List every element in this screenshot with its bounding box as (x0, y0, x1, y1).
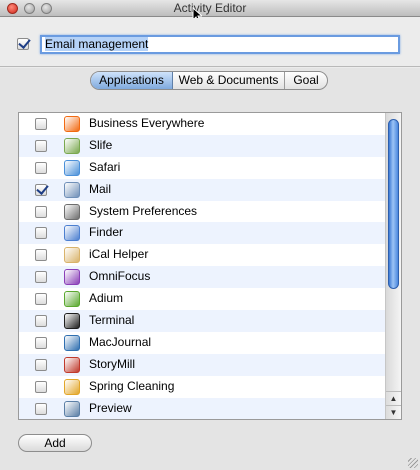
preview-icon (64, 400, 80, 417)
applications-list-rows: Business Everywhere Slife Safari Mail System… (19, 113, 385, 419)
activity-name-value: Email management (45, 37, 149, 51)
application-label: Safari (89, 159, 121, 174)
resize-grip-icon[interactable] (408, 458, 418, 468)
zoom-window-button[interactable] (41, 3, 52, 14)
ical-helper-icon (64, 247, 80, 264)
omnifocus-icon (64, 269, 80, 286)
application-checkbox[interactable] (35, 380, 47, 393)
application-row[interactable]: Business Everywhere (19, 113, 385, 135)
application-label: iCal Helper (89, 247, 149, 262)
application-checkbox[interactable] (35, 161, 47, 174)
application-label: Preview (89, 400, 132, 415)
application-checkbox[interactable] (35, 315, 47, 328)
business-everywhere-icon (64, 116, 80, 132)
application-label: Adium (89, 291, 124, 306)
application-label: StoryMill (89, 356, 136, 371)
adium-icon (64, 291, 80, 308)
application-label: System Preferences (89, 203, 198, 218)
application-row[interactable]: Slife (19, 134, 385, 157)
system-preferences-icon (64, 203, 80, 220)
application-row[interactable]: StoryMill (19, 353, 385, 376)
scroll-up-arrow-icon[interactable]: ▲ (386, 391, 401, 405)
application-checkbox[interactable] (35, 358, 47, 371)
application-checkbox[interactable] (35, 183, 47, 196)
storymill-icon (64, 356, 80, 373)
title-bar: Activity Editor (0, 0, 420, 23)
slife-icon (64, 137, 80, 154)
application-row[interactable]: Finder (19, 222, 385, 245)
macjournal-icon (64, 334, 80, 351)
vertical-scrollbar[interactable]: ▲ ▼ (385, 113, 401, 419)
tab-goal[interactable]: Goal (285, 72, 327, 89)
mail-icon (64, 181, 80, 198)
application-row[interactable]: Spring Cleaning (19, 376, 385, 398)
activity-enabled-checkbox[interactable] (17, 38, 29, 50)
add-button[interactable]: Add (18, 434, 92, 452)
application-checkbox[interactable] (35, 336, 47, 349)
scroll-down-arrow-icon[interactable]: ▼ (386, 405, 401, 419)
application-label: OmniFocus (89, 269, 151, 284)
application-row[interactable]: Terminal (19, 310, 385, 332)
tab-applications[interactable]: Applications (91, 72, 173, 89)
application-checkbox[interactable] (35, 139, 47, 152)
application-row[interactable]: OmniFocus (19, 266, 385, 289)
window-title: Activity Editor (173, 1, 247, 15)
application-checkbox[interactable] (35, 205, 47, 218)
application-row[interactable]: Safari (19, 157, 385, 179)
application-label: Slife (89, 137, 113, 152)
scrollbar-thumb[interactable] (388, 119, 399, 289)
application-checkbox[interactable] (35, 249, 47, 262)
safari-icon (64, 159, 80, 176)
application-row[interactable]: MacJournal (19, 332, 385, 354)
application-row[interactable]: System Preferences (19, 201, 385, 223)
application-checkbox[interactable] (35, 271, 47, 284)
application-row[interactable]: Preview (19, 397, 385, 419)
finder-icon (64, 225, 80, 242)
application-label: Terminal (89, 313, 135, 328)
activity-header: Email management (0, 18, 420, 67)
application-checkbox[interactable] (35, 227, 47, 240)
activity-content: Applications Web & Documents Goal Busine… (0, 68, 420, 470)
tab-bar: Applications Web & Documents Goal (90, 71, 328, 90)
tab-web-documents[interactable]: Web & Documents (173, 72, 285, 89)
applications-list: Business Everywhere Slife Safari Mail System… (18, 112, 402, 420)
terminal-icon (64, 313, 80, 330)
application-checkbox[interactable] (35, 118, 47, 130)
application-label: Finder (89, 225, 124, 240)
application-row[interactable]: Adium (19, 288, 385, 310)
application-label: Mail (89, 181, 112, 196)
application-label: MacJournal (89, 334, 152, 349)
application-checkbox[interactable] (35, 293, 47, 306)
minimize-window-button[interactable] (24, 3, 35, 14)
activity-name-field[interactable]: Email management (40, 35, 400, 54)
application-checkbox[interactable] (35, 402, 47, 415)
application-row[interactable]: iCal Helper (19, 244, 385, 266)
spring-cleaning-icon (64, 378, 80, 395)
application-row[interactable]: Mail (19, 178, 385, 201)
close-window-button[interactable] (7, 3, 18, 14)
application-label: Spring Cleaning (89, 378, 175, 393)
application-label: Business Everywhere (89, 116, 205, 130)
